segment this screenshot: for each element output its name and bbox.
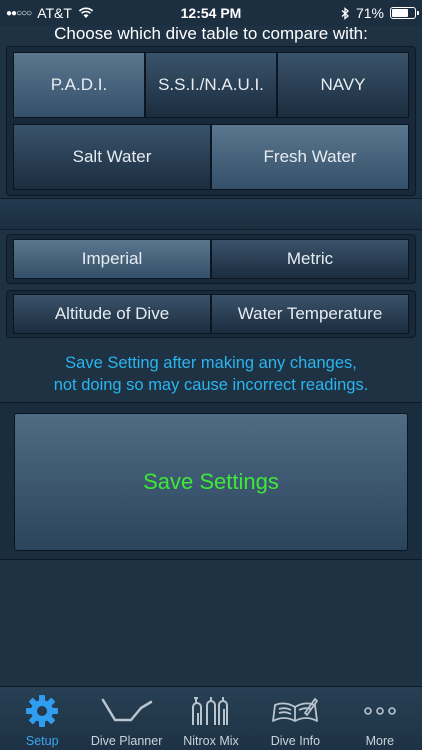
battery-percent: 71% — [355, 5, 384, 21]
divider-band — [0, 198, 422, 230]
tab-setup-label: Setup — [25, 734, 59, 748]
book-icon — [253, 693, 337, 729]
dive-table-ssi-naui-label: S.S.I./N.A.U.I. — [158, 75, 264, 94]
save-settings-label: Save Settings — [143, 469, 279, 494]
dive-table-navy-label: NAVY — [320, 75, 366, 94]
save-warning-line2: not doing so may cause incorrect reading… — [53, 376, 369, 394]
battery-group: 71% — [341, 5, 419, 21]
tab-bar: Setup Dive Planner Nitrox Mix Dive Info … — [0, 686, 422, 750]
save-area: Save Settings — [0, 402, 422, 560]
dive-table-padi-label: P.A.D.I. — [50, 75, 108, 94]
tab-more[interactable]: More — [338, 687, 422, 750]
tab-nitrox-mix[interactable]: Nitrox Mix — [169, 687, 253, 750]
battery-fill — [392, 9, 408, 17]
altitude-of-dive-label: Altitude of Dive — [54, 304, 170, 323]
save-warning: Save Setting after making any changes, n… — [0, 352, 422, 396]
tanks-icon — [169, 693, 253, 729]
tab-dive-planner-label: Dive Planner — [90, 734, 163, 748]
save-warning-line1: Save Setting after making any changes, — [65, 354, 357, 372]
tab-dive-planner[interactable]: Dive Planner — [84, 687, 168, 750]
water-temperature-label: Water Temperature — [237, 304, 383, 323]
tab-dive-info[interactable]: Dive Info — [253, 687, 337, 750]
dive-table-padi[interactable]: P.A.D.I. — [13, 52, 145, 118]
water-salt[interactable]: Salt Water — [13, 124, 211, 190]
options-panel: Altitude of Dive Water Temperature — [6, 290, 416, 338]
water-fresh[interactable]: Fresh Water — [211, 124, 409, 190]
water-salt-label: Salt Water — [72, 147, 152, 166]
tab-more-label: More — [365, 734, 395, 748]
water-fresh-label: Fresh Water — [263, 147, 357, 166]
tab-dive-info-label: Dive Info — [270, 734, 321, 748]
dive-table-navy[interactable]: NAVY — [277, 52, 409, 118]
water-temperature-button[interactable]: Water Temperature — [211, 294, 409, 334]
gear-icon — [0, 693, 84, 729]
unit-metric-label: Metric — [286, 249, 334, 268]
unit-imperial[interactable]: Imperial — [13, 239, 211, 279]
more-icon — [338, 693, 422, 729]
bluetooth-icon — [341, 6, 349, 20]
tab-nitrox-mix-label: Nitrox Mix — [183, 734, 239, 748]
dive-table-heading: Choose which dive table to compare with: — [54, 24, 368, 43]
units-panel: Imperial Metric — [6, 234, 416, 284]
dive-table-panel: P.A.D.I. S.S.I./N.A.U.I. NAVY Salt Water… — [6, 46, 416, 196]
save-settings-button[interactable]: Save Settings — [14, 413, 408, 551]
tab-setup[interactable]: Setup — [0, 687, 84, 750]
status-bar: ●●○○○ AT&T 12:54 PM 71% — [0, 0, 422, 26]
unit-imperial-label: Imperial — [81, 249, 143, 268]
dive-profile-icon — [84, 693, 168, 729]
unit-metric[interactable]: Metric — [211, 239, 409, 279]
altitude-of-dive-button[interactable]: Altitude of Dive — [13, 294, 211, 334]
dive-table-ssi-naui[interactable]: S.S.I./N.A.U.I. — [145, 52, 277, 118]
battery-icon — [390, 7, 419, 19]
